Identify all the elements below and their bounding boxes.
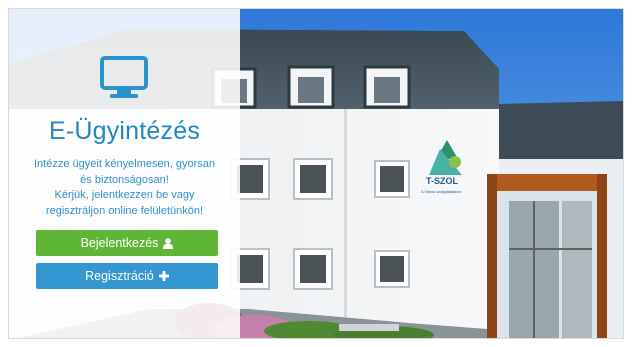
intro-line-2: és biztonságosan!	[80, 173, 169, 186]
login-landing: T-SZOL A Város szolgálatában E-Ügyintézé…	[8, 8, 624, 339]
user-icon	[163, 237, 174, 249]
register-button-label: Regisztráció	[85, 269, 154, 283]
register-button[interactable]: Regisztráció	[36, 263, 218, 289]
plus-icon	[158, 271, 169, 281]
building-sign-tagline: A Város szolgálatában	[421, 189, 461, 194]
page-title: E-Ügyintézés	[48, 117, 201, 145]
building-sign-name: T-SZOL	[426, 176, 458, 186]
intro-line-4: regisztráljon online felületünkön!	[45, 204, 204, 217]
login-button-label: Bejelentkezés	[80, 236, 159, 250]
monitor-icon	[100, 56, 148, 98]
login-panel: E-Ügyintézés Intézze ügyeit kényelmesen,…	[9, 9, 240, 338]
intro-line-3: Kérjük, jelentkezzen be vagy	[54, 189, 195, 202]
intro-text: Intézze ügyeit kényelmesen, gyorsan és b…	[27, 157, 222, 219]
intro-line-1: Intézze ügyeit kényelmesen, gyorsan	[34, 158, 215, 170]
login-button[interactable]: Bejelentkezés	[36, 230, 218, 256]
